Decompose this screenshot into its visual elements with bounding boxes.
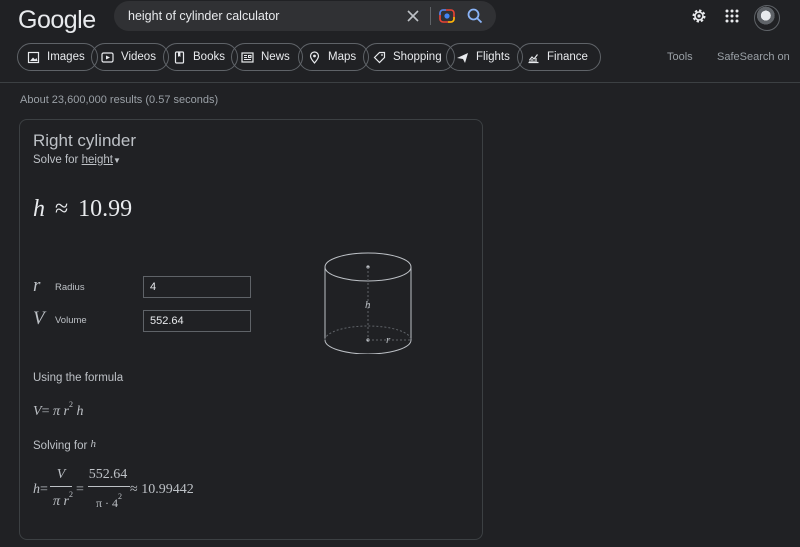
tab-label: Videos	[121, 51, 156, 63]
avatar[interactable]	[754, 5, 780, 31]
den-exp: 2	[68, 490, 73, 499]
cylinder-diagram: h r	[324, 252, 412, 354]
result-value: 10.99	[78, 196, 133, 222]
tab-label: Images	[47, 51, 85, 63]
tab-finance[interactable]: Finance	[517, 43, 601, 71]
solution-eq-1: =	[40, 482, 48, 497]
radius-diagram-label: r	[386, 334, 391, 346]
search-divider	[430, 7, 431, 25]
apps-grid-icon[interactable]	[723, 7, 741, 25]
solution-value: 10.99442	[141, 482, 194, 497]
safesearch-status[interactable]: SafeSearch on	[717, 51, 790, 63]
radius-input[interactable]	[143, 276, 251, 298]
image-icon	[27, 51, 40, 63]
result-stats: About 23,600,000 results (0.57 seconds)	[20, 94, 219, 106]
clear-icon[interactable]	[404, 7, 422, 25]
result-display: h ≈ 10.99	[33, 196, 132, 223]
solution-result: ≈ 10.99442	[130, 482, 194, 498]
height-label: h	[365, 299, 371, 311]
fraction-2-numerator: 552.64	[88, 467, 128, 482]
tab-flights[interactable]: Flights	[446, 43, 523, 71]
numerator-v: V	[56, 467, 66, 482]
google-lens-icon[interactable]	[438, 7, 456, 25]
formula-exp: 2	[68, 400, 73, 409]
den2-exp: 2	[118, 492, 123, 501]
formula-eq: =	[41, 404, 50, 419]
solving-for-label: Solving for h	[33, 438, 96, 452]
tab-videos[interactable]: Videos	[91, 43, 169, 71]
tab-news[interactable]: News	[231, 43, 303, 71]
radius-label: Radius	[55, 282, 85, 293]
formula-v: V	[33, 404, 42, 419]
solving-for-text: Solving for	[33, 440, 88, 452]
finance-chart-icon	[528, 53, 539, 63]
radius-symbol: r	[33, 275, 41, 296]
solve-for-selector[interactable]: Solve for height▼	[33, 154, 121, 166]
gear-icon[interactable]	[690, 7, 708, 25]
news-icon	[241, 51, 254, 63]
fraction-2-bar	[88, 486, 130, 487]
tab-label: Maps	[328, 51, 357, 63]
tab-images[interactable]: Images	[17, 43, 98, 71]
den2-text: π · 4	[95, 496, 119, 510]
tab-label: Finance	[547, 51, 588, 63]
volume-symbol: V	[33, 308, 45, 329]
tools-button[interactable]: Tools	[667, 51, 693, 63]
tab-label: News	[261, 51, 290, 63]
using-formula-label: Using the formula	[33, 372, 124, 384]
cylinder-calculator-card: Right cylinder Solve for height▼ h ≈ 10.…	[19, 119, 483, 540]
search-box	[114, 1, 496, 31]
result-variable: h	[33, 196, 45, 222]
fraction-2-denominator: π · 42	[86, 492, 132, 511]
tab-label: Books	[193, 51, 225, 63]
search-icon[interactable]	[466, 7, 484, 25]
volume-label: Volume	[55, 315, 87, 326]
tab-label: Flights	[476, 51, 510, 63]
tag-icon	[373, 51, 386, 63]
fraction-1-numerator: V	[48, 467, 74, 483]
solution-eq-2: =	[76, 482, 84, 497]
fraction-1-bar	[50, 486, 72, 487]
tab-label: Shopping	[393, 51, 442, 63]
solution-lhs: h	[33, 482, 40, 497]
airplane-icon	[457, 52, 468, 63]
tab-books[interactable]: Books	[163, 43, 238, 71]
volume-formula: V= π r2 h	[33, 400, 83, 420]
fraction-1-denominator: π r2	[48, 490, 78, 510]
search-input[interactable]	[128, 6, 398, 26]
solving-for-var: h	[90, 438, 97, 450]
approx-symbol: ≈	[55, 196, 69, 222]
tab-maps[interactable]: Maps	[298, 43, 370, 71]
solve-for-prefix: Solve for	[33, 154, 79, 166]
den-pi: π	[53, 494, 61, 509]
google-logo[interactable]: Google	[18, 6, 96, 35]
book-icon	[174, 50, 185, 64]
video-icon	[101, 51, 114, 63]
tab-shopping[interactable]: Shopping	[363, 43, 455, 71]
solve-for-dropdown[interactable]: height	[82, 154, 113, 166]
formula-pi: π	[52, 404, 60, 419]
volume-input[interactable]	[143, 310, 251, 332]
map-pin-icon	[309, 50, 320, 64]
solution-approx: ≈	[130, 482, 138, 497]
calculator-title: Right cylinder	[33, 131, 136, 150]
formula-h: h	[76, 404, 84, 419]
caret-down-icon[interactable]: ▼	[113, 156, 121, 165]
header-divider	[0, 82, 800, 83]
